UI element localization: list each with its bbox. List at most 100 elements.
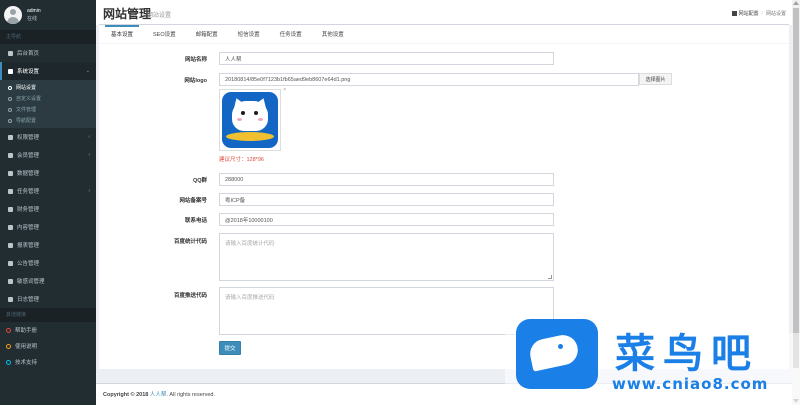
sidebar-ext-help[interactable]: 帮助手册 [0,322,96,338]
sidebar-subitem-file[interactable]: 文件管理 [0,104,96,115]
breadcrumb-separator: / [761,10,763,17]
scroll-up-icon[interactable] [793,1,799,5]
sidebar-item-data[interactable]: 数据管理 [0,164,96,182]
home-icon [8,50,13,56]
circle-icon [8,107,12,112]
sidebar-subitem-nav[interactable]: 导航配置 [0,115,96,126]
bird-eye-icon [558,344,563,349]
logo-size-hint: 建议尺寸：128*96 [219,157,264,163]
contact-input[interactable]: @2018年10000100 [219,213,554,226]
resize-handle[interactable] [548,275,552,279]
qq-input[interactable]: 288000 [219,173,554,186]
form-row-qq: QQ群 288000 [99,173,789,186]
avatar[interactable] [4,6,22,24]
tab-task[interactable]: 任务设置 [274,25,308,44]
user-panel: admin 在线 [0,0,96,30]
sidebar-ext-support[interactable]: 技术支持 [0,354,96,370]
nav-header-main: 主导航 [0,30,96,44]
stats-placeholder: 请输入百度统计代码 [225,241,275,247]
watermark-url: www.cniao8.com [612,375,769,393]
tab-basic[interactable]: 基本设置 [105,25,140,44]
chevron-down-icon: ⌄ [85,68,90,74]
sidebar: admin 在线 主导航 后台首页 系统设置 ⌄ 网站设置 自定义设置 文件管理… [0,0,96,405]
chevron-left-icon: ‹ [88,152,90,158]
circle-icon [8,85,12,90]
cat-eye-icon [241,111,245,115]
logo-image [222,92,278,148]
cat-face-icon [232,101,268,131]
sidebar-item-log[interactable]: 日志管理 [0,290,96,308]
sidebar-item-report[interactable]: 报表管理 [0,236,96,254]
gear-icon [8,68,13,74]
breadcrumb-home[interactable]: 网站配置 [739,10,759,17]
sidebar-subitem-site[interactable]: 网站设置 [0,82,96,93]
filter-icon [8,278,13,284]
breadcrumb-current: 网站设置 [765,11,786,17]
chart-icon [8,242,13,248]
sidebar-item-label: 会员管理 [17,153,40,159]
site-name-input[interactable]: 人人帮 [219,52,554,65]
sidebar-item-dashboard[interactable]: 后台首页 [0,44,96,62]
sidebar-ext-label: 技术支持 [15,360,38,366]
circle-icon [8,118,12,123]
sidebar-item-label: 财务管理 [17,207,40,213]
lock-icon [8,134,13,140]
sidebar-item-label: 数据管理 [17,171,40,177]
push-label: 百度推送代码 [173,293,207,299]
list-icon [8,296,13,302]
footer-suffix: . All rights reserved. [166,392,215,398]
sidebar-item-task[interactable]: 任务管理 ‹ [0,182,96,200]
circle-red-icon [6,327,11,333]
gold-coins-icon [226,132,274,141]
sidebar-item-content[interactable]: 内容管理 [0,218,96,236]
sidebar-item-label: 权限管理 [17,135,40,141]
sidebar-item-member[interactable]: 会员管理 ‹ [0,146,96,164]
circle-yellow-icon [6,343,11,349]
footer-brand-link[interactable]: 人人帮 [150,392,167,398]
tab-seo[interactable]: SEO设置 [147,25,182,44]
tab-other[interactable]: 其他设置 [316,25,350,44]
cat-blush-icon [237,118,242,121]
stats-textarea[interactable]: 请输入百度统计代码 [219,233,554,281]
sidebar-item-label: 任务管理 [17,189,40,195]
cat-eye-icon [254,111,258,115]
sidebar-subitem-custom[interactable]: 自定义设置 [0,93,96,104]
logo-path-input[interactable]: 20180814/85e0f7123b1fb65aed9eb8607e64d1.… [219,73,639,86]
cat-blush-icon [258,118,263,121]
users-icon [8,152,13,158]
form-row-site-name: 网站名称 人人帮 [99,52,789,65]
sidebar-item-finance[interactable]: 财务管理 [0,200,96,218]
user-info: admin 在线 [27,7,41,23]
stats-label: 百度统计代码 [173,239,207,245]
tasks-icon [8,188,13,194]
page-title: 网站管理 [103,7,152,21]
sidebar-ext-label: 帮助手册 [15,328,38,334]
sidebar-ext-guide[interactable]: 使用说明 [0,338,96,354]
form-row-contact: 联系电话 @2018年10000100 [99,213,789,226]
close-icon[interactable]: × [283,87,286,93]
nav-header-ext: 其他链接 [0,308,96,322]
tab-email[interactable]: 邮箱配置 [190,25,224,44]
sidebar-item-notice[interactable]: 公告管理 [0,254,96,272]
icp-input[interactable]: 粤ICP备 [219,193,554,206]
select-image-button[interactable]: 选择图片 [639,73,672,85]
copyright-text: Copyright © 2018 [103,392,149,398]
qq-label: QQ群 [192,178,207,184]
breadcrumb: 网站配置 / 网站设置 [731,10,786,17]
submit-button[interactable]: 提交 [219,341,241,355]
circle-blue-icon [6,359,11,365]
page-subtitle: 网站设置 [147,13,172,19]
sidebar-item-auth[interactable]: 权限管理 ‹ [0,128,96,146]
circle-icon [8,96,12,101]
settings-tabs: 基本设置 SEO设置 邮箱配置 短信设置 任务设置 其他设置 [99,25,789,44]
watermark-title: 菜鸟吧 [615,330,759,377]
tab-sms[interactable]: 短信设置 [232,25,266,44]
sidebar-ext-label: 使用说明 [15,344,38,350]
sidebar-item-system[interactable]: 系统设置 ⌄ [0,62,96,80]
sidebar-item-sensitive[interactable]: 敏感词管理 [0,272,96,290]
icp-label: 网站备案号 [179,198,207,204]
content-header: 网站管理 网站设置 网站配置 / 网站设置 [96,0,800,25]
sidebar-item-label: 后台首页 [17,51,40,57]
push-textarea[interactable]: 请输入百度推送代码 [219,287,554,335]
sidebar-item-label: 公告管理 [17,261,40,267]
